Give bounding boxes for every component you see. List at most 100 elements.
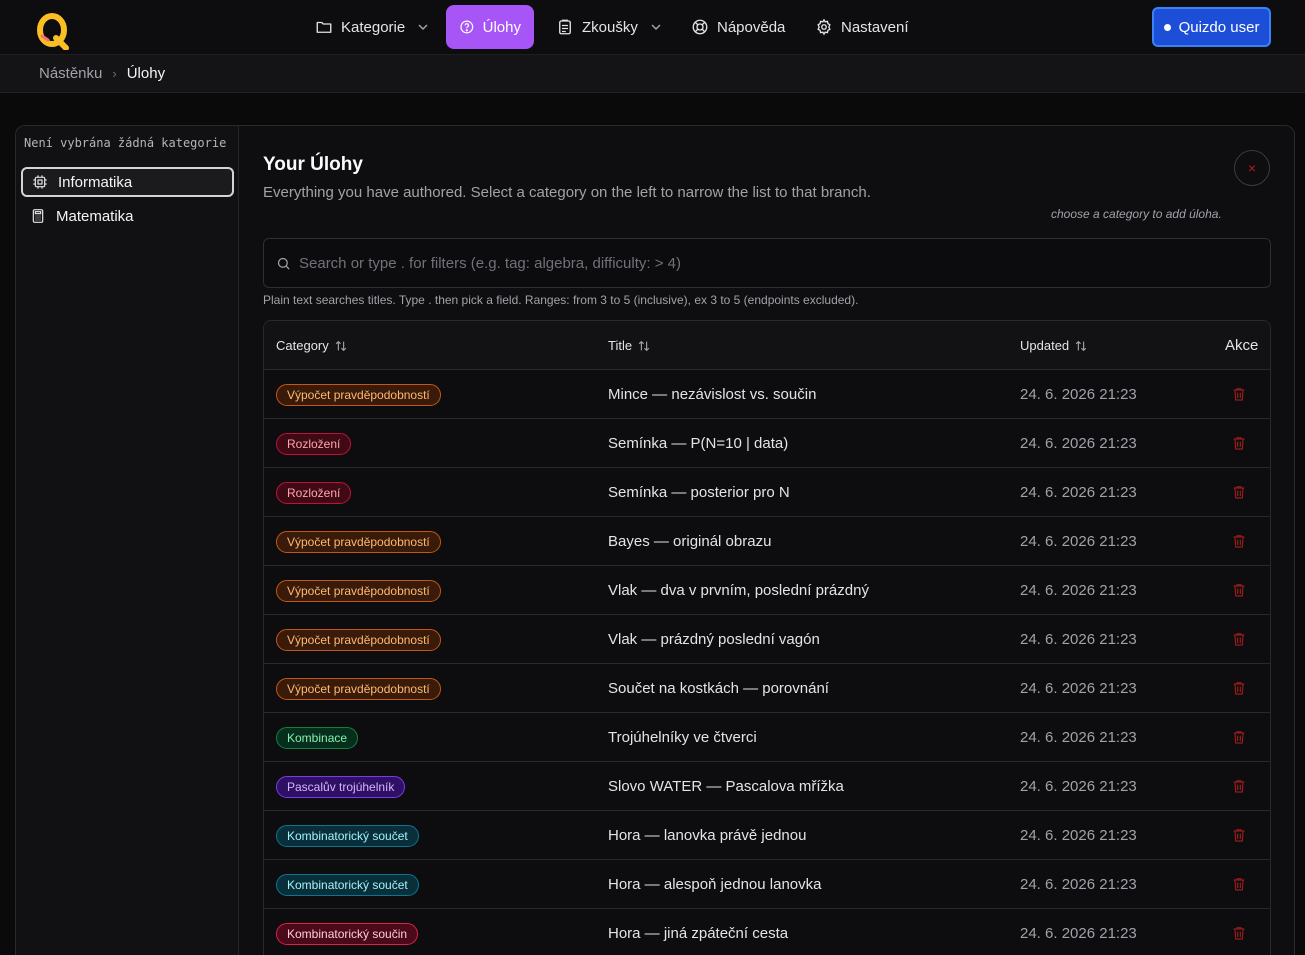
user-menu-button[interactable]: Quizdo user [1152, 7, 1271, 47]
table-row[interactable]: Rozložení Semínka — posterior pro N 24. 6.… [264, 468, 1270, 517]
nav-label-napoveda: Nápověda [717, 18, 786, 36]
cell-title[interactable]: Vlak — dva v prvním, poslední prázdný [608, 566, 869, 615]
category-badge[interactable]: Výpočet pravděpodobností [276, 579, 441, 602]
delete-icon[interactable] [1231, 435, 1247, 451]
column-header-actions: Akce [1225, 321, 1258, 370]
table-row[interactable]: Výpočet pravděpodobností Vlak — prázdný p… [264, 615, 1270, 664]
status-dot-icon [1163, 23, 1171, 31]
category-badge[interactable]: Výpočet pravděpodobností [276, 530, 441, 553]
close-button[interactable]: × [1234, 150, 1270, 186]
cpu-icon [33, 175, 47, 189]
table-row[interactable]: Výpočet pravděpodobností Součet na kostká… [264, 664, 1270, 713]
table-row[interactable]: Pascalův trojúhelník Slovo WATER — Pascal… [264, 762, 1270, 811]
category-badge[interactable]: Rozložení [276, 432, 352, 455]
cell-category: Výpočet pravděpodobností [276, 566, 441, 615]
cell-category: Rozložení [276, 419, 352, 468]
category-badge[interactable]: Kombinatorický součin [276, 922, 419, 945]
nav-item-ulohy[interactable]: Úlohy [446, 5, 534, 49]
chevron-down-icon [418, 24, 428, 31]
page-title: Your Úlohy [263, 154, 363, 175]
nav-label-ulohy: Úlohy [482, 18, 521, 36]
delete-icon[interactable] [1231, 925, 1247, 941]
page-subtitle: Everything you have authored. Select a c… [263, 184, 871, 201]
main-content: Your Úlohy Everything you have authored.… [240, 126, 1294, 955]
nav-item-kategorie[interactable]: Kategorie [302, 5, 442, 49]
sidebar-item-label: Matematika [56, 207, 134, 225]
delete-icon[interactable] [1231, 827, 1247, 843]
cell-title[interactable]: Mince — nezávislost vs. součin [608, 370, 816, 419]
cell-title[interactable]: Hora — lanovka právě jednou [608, 811, 806, 860]
table-row[interactable]: Kombinatorický součet Hora — lanovka práv… [264, 811, 1270, 860]
delete-icon[interactable] [1231, 876, 1247, 892]
category-badge[interactable]: Kombinace [276, 726, 359, 749]
column-label-category: Category [276, 338, 329, 353]
cell-category: Výpočet pravděpodobností [276, 370, 441, 419]
folder-icon [316, 21, 332, 33]
main-nav: Kategorie Úlohy Zkoušky Nápověda Nastave… [0, 5, 1305, 49]
table-row[interactable]: Výpočet pravděpodobností Vlak — dva v prv… [264, 566, 1270, 615]
column-header-title[interactable]: Title [608, 321, 651, 370]
cell-title[interactable]: Bayes — originál obrazu [608, 517, 771, 566]
gear-icon [817, 18, 831, 36]
table-row[interactable]: Kombinace Trojúhelníky ve čtverci 24. 6. 2… [264, 713, 1270, 762]
chevron-right-icon: › [112, 66, 117, 81]
cell-title[interactable]: Trojúhelníky ve čtverci [608, 713, 757, 762]
search-icon [277, 257, 290, 270]
table-row[interactable]: Kombinatorický součet Hora — alespoň jedn… [264, 860, 1270, 909]
delete-icon[interactable] [1231, 533, 1247, 549]
cell-updated: 24. 6. 2026 21:23 [1020, 484, 1137, 501]
category-badge[interactable]: Výpočet pravděpodobností [276, 677, 441, 700]
sidebar-item-matematika[interactable]: Matematika [21, 201, 234, 231]
delete-icon[interactable] [1231, 631, 1247, 647]
cell-updated: 24. 6. 2026 21:23 [1020, 582, 1137, 599]
cell-updated: 24. 6. 2026 21:23 [1020, 925, 1137, 942]
delete-icon[interactable] [1231, 484, 1247, 500]
nav-item-nastaveni[interactable]: Nastavení [802, 5, 922, 49]
sort-icon [638, 340, 650, 351]
table-row[interactable]: Výpočet pravděpodobností Mince — nezávisl… [264, 370, 1270, 419]
nav-item-zkousky[interactable]: Zkoušky [543, 5, 675, 49]
category-badge[interactable]: Rozložení [276, 481, 352, 504]
cell-updated: 24. 6. 2026 21:23 [1020, 729, 1137, 746]
cell-title[interactable]: Hora — alespoň jednou lanovka [608, 860, 821, 909]
table-row[interactable]: Kombinatorický součin Hora — jiná zpátečn… [264, 909, 1270, 955]
cell-title[interactable]: Hora — jiná zpáteční cesta [608, 909, 788, 955]
delete-icon[interactable] [1231, 386, 1247, 402]
column-label-updated: Updated [1020, 338, 1070, 353]
cell-title[interactable]: Slovo WATER — Pascalova mřížka [608, 762, 844, 811]
category-badge[interactable]: Pascalův trojúhelník [276, 775, 406, 798]
delete-icon[interactable] [1231, 778, 1247, 794]
sidebar-item-informatika[interactable]: Informatika [21, 167, 234, 197]
column-header-updated[interactable]: Updated [1020, 321, 1088, 370]
sort-icon [335, 340, 346, 351]
cell-updated: 24. 6. 2026 21:23 [1020, 386, 1137, 403]
help-circle-icon [460, 20, 474, 34]
table-row[interactable]: Rozložení Semínka — P(N=10 | data) 24. 6. … [264, 419, 1270, 468]
cell-title[interactable]: Vlak — prázdný poslední vagón [608, 615, 820, 664]
cell-title[interactable]: Semínka — posterior pro N [608, 468, 790, 517]
cell-updated: 24. 6. 2026 21:23 [1020, 680, 1137, 697]
nav-item-napoveda[interactable]: Nápověda [678, 5, 798, 49]
column-header-category[interactable]: Category [276, 321, 348, 370]
sidebar-title: Není vybrána žádná kategorie [24, 136, 227, 150]
cell-title[interactable]: Součet na kostkách — porovnání [608, 664, 829, 713]
sidebar-item-label: Informatika [58, 173, 133, 191]
breadcrumb-current: Úlohy [126, 65, 166, 82]
breadcrumb-link-dashboard[interactable]: Nástěnku [39, 65, 102, 82]
cell-title[interactable]: Semínka — P(N=10 | data) [608, 419, 788, 468]
category-badge[interactable]: Výpočet pravděpodobností [276, 628, 441, 651]
table-row[interactable]: Výpočet pravděpodobností Bayes — originál… [264, 517, 1270, 566]
category-badge[interactable]: Výpočet pravděpodobností [276, 383, 441, 406]
column-label-actions: Akce [1225, 337, 1259, 354]
delete-icon[interactable] [1231, 582, 1247, 598]
category-badge[interactable]: Kombinatorický součet [276, 873, 419, 896]
delete-icon[interactable] [1231, 680, 1247, 696]
delete-icon[interactable] [1231, 729, 1247, 745]
category-badge[interactable]: Kombinatorický součet [276, 824, 419, 847]
search-input[interactable] [299, 254, 1249, 272]
cell-updated: 24. 6. 2026 21:23 [1020, 631, 1137, 648]
cell-category: Kombinatorický součin [276, 909, 419, 955]
cell-category: Výpočet pravděpodobností [276, 664, 441, 713]
top-navigation-bar: Kategorie Úlohy Zkoušky Nápověda Nastave… [0, 0, 1305, 54]
search-box [263, 238, 1271, 288]
